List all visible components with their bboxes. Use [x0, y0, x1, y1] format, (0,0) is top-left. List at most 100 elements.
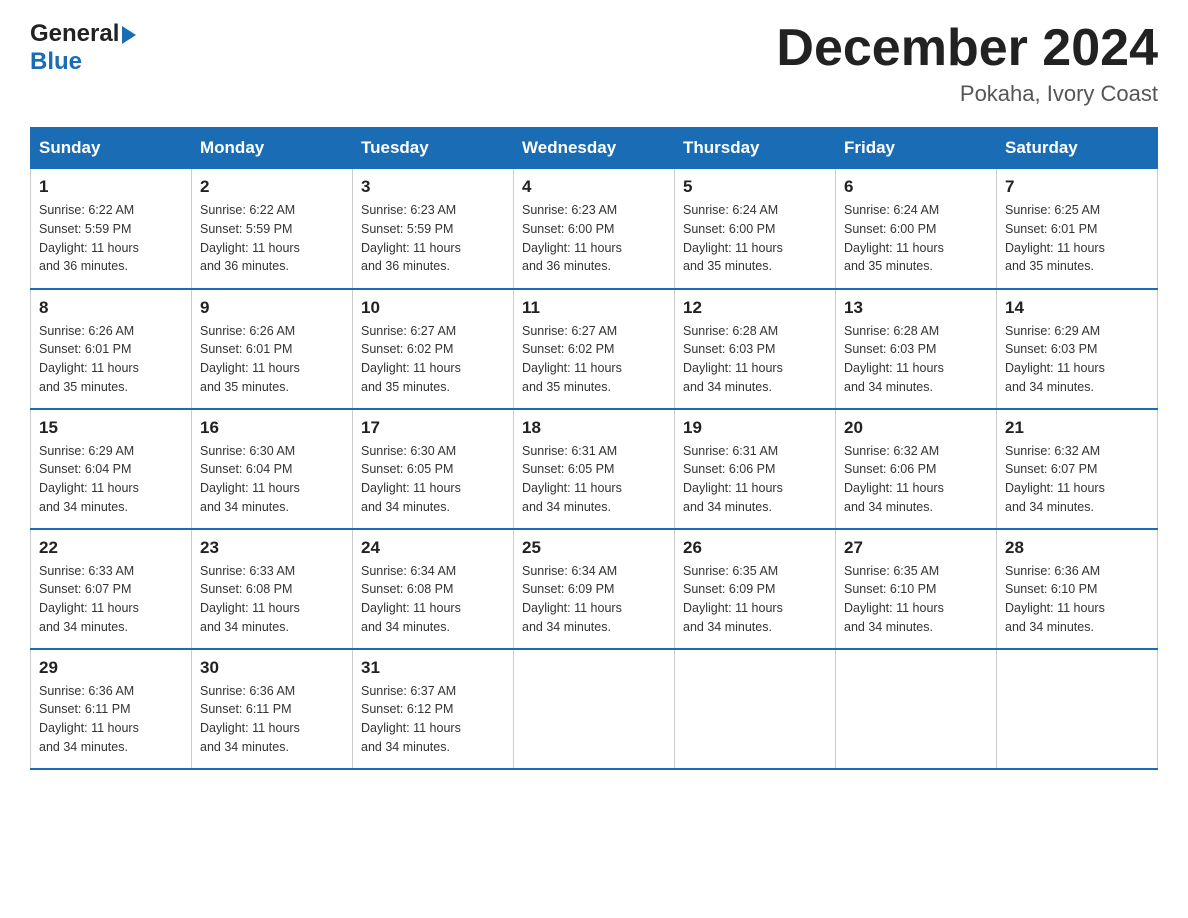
logo-general-text: General [30, 20, 119, 48]
day-info: Sunrise: 6:29 AM Sunset: 6:04 PM Dayligh… [39, 444, 139, 514]
calendar-cell [836, 649, 997, 769]
day-number: 31 [361, 658, 505, 678]
page-header: General Blue December 2024 Pokaha, Ivory… [30, 20, 1158, 107]
day-number: 25 [522, 538, 666, 558]
day-number: 24 [361, 538, 505, 558]
calendar-cell: 19 Sunrise: 6:31 AM Sunset: 6:06 PM Dayl… [675, 409, 836, 529]
calendar-week-1: 1 Sunrise: 6:22 AM Sunset: 5:59 PM Dayli… [31, 169, 1158, 289]
location: Pokaha, Ivory Coast [776, 81, 1158, 107]
day-number: 18 [522, 418, 666, 438]
calendar-cell: 17 Sunrise: 6:30 AM Sunset: 6:05 PM Dayl… [353, 409, 514, 529]
day-info: Sunrise: 6:34 AM Sunset: 6:09 PM Dayligh… [522, 564, 622, 634]
day-info: Sunrise: 6:27 AM Sunset: 6:02 PM Dayligh… [522, 324, 622, 394]
calendar-table: SundayMondayTuesdayWednesdayThursdayFrid… [30, 127, 1158, 770]
day-number: 21 [1005, 418, 1149, 438]
day-info: Sunrise: 6:30 AM Sunset: 6:05 PM Dayligh… [361, 444, 461, 514]
calendar-cell: 15 Sunrise: 6:29 AM Sunset: 6:04 PM Dayl… [31, 409, 192, 529]
day-info: Sunrise: 6:32 AM Sunset: 6:06 PM Dayligh… [844, 444, 944, 514]
day-info: Sunrise: 6:29 AM Sunset: 6:03 PM Dayligh… [1005, 324, 1105, 394]
day-number: 3 [361, 177, 505, 197]
day-info: Sunrise: 6:24 AM Sunset: 6:00 PM Dayligh… [683, 203, 783, 273]
day-number: 17 [361, 418, 505, 438]
calendar-cell: 13 Sunrise: 6:28 AM Sunset: 6:03 PM Dayl… [836, 289, 997, 409]
day-number: 14 [1005, 298, 1149, 318]
weekday-header-wednesday: Wednesday [514, 128, 675, 169]
calendar-cell [514, 649, 675, 769]
day-info: Sunrise: 6:36 AM Sunset: 6:11 PM Dayligh… [39, 684, 139, 754]
calendar-cell: 18 Sunrise: 6:31 AM Sunset: 6:05 PM Dayl… [514, 409, 675, 529]
calendar-week-5: 29 Sunrise: 6:36 AM Sunset: 6:11 PM Dayl… [31, 649, 1158, 769]
calendar-cell: 22 Sunrise: 6:33 AM Sunset: 6:07 PM Dayl… [31, 529, 192, 649]
logo-blue-text: Blue [30, 48, 82, 75]
calendar-week-2: 8 Sunrise: 6:26 AM Sunset: 6:01 PM Dayli… [31, 289, 1158, 409]
day-info: Sunrise: 6:31 AM Sunset: 6:05 PM Dayligh… [522, 444, 622, 514]
calendar-cell: 11 Sunrise: 6:27 AM Sunset: 6:02 PM Dayl… [514, 289, 675, 409]
day-info: Sunrise: 6:24 AM Sunset: 6:00 PM Dayligh… [844, 203, 944, 273]
day-info: Sunrise: 6:26 AM Sunset: 6:01 PM Dayligh… [39, 324, 139, 394]
day-number: 5 [683, 177, 827, 197]
day-number: 9 [200, 298, 344, 318]
logo-triangle-icon [122, 26, 136, 44]
calendar-cell: 10 Sunrise: 6:27 AM Sunset: 6:02 PM Dayl… [353, 289, 514, 409]
day-number: 10 [361, 298, 505, 318]
day-info: Sunrise: 6:36 AM Sunset: 6:10 PM Dayligh… [1005, 564, 1105, 634]
day-number: 15 [39, 418, 183, 438]
calendar-cell: 5 Sunrise: 6:24 AM Sunset: 6:00 PM Dayli… [675, 169, 836, 289]
day-number: 22 [39, 538, 183, 558]
calendar-cell: 4 Sunrise: 6:23 AM Sunset: 6:00 PM Dayli… [514, 169, 675, 289]
weekday-header-saturday: Saturday [997, 128, 1158, 169]
calendar-cell: 25 Sunrise: 6:34 AM Sunset: 6:09 PM Dayl… [514, 529, 675, 649]
month-title: December 2024 [776, 20, 1158, 77]
calendar-cell: 3 Sunrise: 6:23 AM Sunset: 5:59 PM Dayli… [353, 169, 514, 289]
day-info: Sunrise: 6:22 AM Sunset: 5:59 PM Dayligh… [200, 203, 300, 273]
day-number: 4 [522, 177, 666, 197]
day-info: Sunrise: 6:35 AM Sunset: 6:10 PM Dayligh… [844, 564, 944, 634]
day-number: 19 [683, 418, 827, 438]
day-info: Sunrise: 6:33 AM Sunset: 6:08 PM Dayligh… [200, 564, 300, 634]
calendar-cell: 6 Sunrise: 6:24 AM Sunset: 6:00 PM Dayli… [836, 169, 997, 289]
calendar-cell [675, 649, 836, 769]
day-number: 8 [39, 298, 183, 318]
calendar-cell: 8 Sunrise: 6:26 AM Sunset: 6:01 PM Dayli… [31, 289, 192, 409]
calendar-week-3: 15 Sunrise: 6:29 AM Sunset: 6:04 PM Dayl… [31, 409, 1158, 529]
calendar-cell: 23 Sunrise: 6:33 AM Sunset: 6:08 PM Dayl… [192, 529, 353, 649]
day-number: 1 [39, 177, 183, 197]
day-number: 13 [844, 298, 988, 318]
day-info: Sunrise: 6:35 AM Sunset: 6:09 PM Dayligh… [683, 564, 783, 634]
weekday-header-sunday: Sunday [31, 128, 192, 169]
day-number: 12 [683, 298, 827, 318]
day-info: Sunrise: 6:22 AM Sunset: 5:59 PM Dayligh… [39, 203, 139, 273]
weekday-header-thursday: Thursday [675, 128, 836, 169]
day-info: Sunrise: 6:32 AM Sunset: 6:07 PM Dayligh… [1005, 444, 1105, 514]
day-number: 11 [522, 298, 666, 318]
day-number: 2 [200, 177, 344, 197]
calendar-cell: 14 Sunrise: 6:29 AM Sunset: 6:03 PM Dayl… [997, 289, 1158, 409]
day-info: Sunrise: 6:23 AM Sunset: 6:00 PM Dayligh… [522, 203, 622, 273]
calendar-cell: 24 Sunrise: 6:34 AM Sunset: 6:08 PM Dayl… [353, 529, 514, 649]
calendar-cell: 31 Sunrise: 6:37 AM Sunset: 6:12 PM Dayl… [353, 649, 514, 769]
day-info: Sunrise: 6:30 AM Sunset: 6:04 PM Dayligh… [200, 444, 300, 514]
day-info: Sunrise: 6:25 AM Sunset: 6:01 PM Dayligh… [1005, 203, 1105, 273]
day-info: Sunrise: 6:33 AM Sunset: 6:07 PM Dayligh… [39, 564, 139, 634]
calendar-cell [997, 649, 1158, 769]
weekday-header-friday: Friday [836, 128, 997, 169]
day-info: Sunrise: 6:27 AM Sunset: 6:02 PM Dayligh… [361, 324, 461, 394]
day-info: Sunrise: 6:36 AM Sunset: 6:11 PM Dayligh… [200, 684, 300, 754]
day-number: 26 [683, 538, 827, 558]
calendar-cell: 28 Sunrise: 6:36 AM Sunset: 6:10 PM Dayl… [997, 529, 1158, 649]
day-info: Sunrise: 6:26 AM Sunset: 6:01 PM Dayligh… [200, 324, 300, 394]
calendar-cell: 27 Sunrise: 6:35 AM Sunset: 6:10 PM Dayl… [836, 529, 997, 649]
logo: General Blue [30, 20, 136, 76]
calendar-cell: 12 Sunrise: 6:28 AM Sunset: 6:03 PM Dayl… [675, 289, 836, 409]
day-info: Sunrise: 6:37 AM Sunset: 6:12 PM Dayligh… [361, 684, 461, 754]
day-info: Sunrise: 6:23 AM Sunset: 5:59 PM Dayligh… [361, 203, 461, 273]
calendar-cell: 29 Sunrise: 6:36 AM Sunset: 6:11 PM Dayl… [31, 649, 192, 769]
calendar-cell: 20 Sunrise: 6:32 AM Sunset: 6:06 PM Dayl… [836, 409, 997, 529]
day-number: 7 [1005, 177, 1149, 197]
weekday-header-monday: Monday [192, 128, 353, 169]
day-info: Sunrise: 6:28 AM Sunset: 6:03 PM Dayligh… [683, 324, 783, 394]
day-number: 29 [39, 658, 183, 678]
calendar-cell: 21 Sunrise: 6:32 AM Sunset: 6:07 PM Dayl… [997, 409, 1158, 529]
day-number: 6 [844, 177, 988, 197]
calendar-cell: 2 Sunrise: 6:22 AM Sunset: 5:59 PM Dayli… [192, 169, 353, 289]
